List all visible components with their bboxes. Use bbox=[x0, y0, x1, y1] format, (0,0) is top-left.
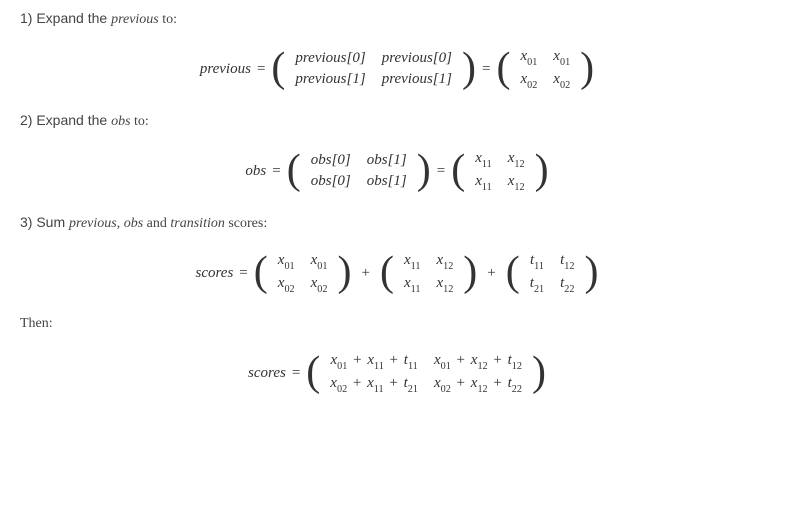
then-label: Then: bbox=[20, 316, 774, 332]
step-1-label: 1) Expand the previous to: bbox=[20, 10, 774, 28]
eq2-mat2: x11 x12 x11 x12 bbox=[451, 148, 548, 194]
equation-4: scores = x01 + x11 + t11 x01 + x12 bbox=[20, 350, 774, 396]
eq-sign: = bbox=[239, 265, 247, 282]
step-2-suffix: to: bbox=[131, 114, 149, 129]
equation-3: scores = x01 x01 x02 x02 + x11 x12 bbox=[20, 250, 774, 296]
eq2-lhs: obs bbox=[245, 163, 266, 180]
eq3-matA: x01 x01 x02 x02 bbox=[254, 250, 352, 296]
eq-sign: = bbox=[257, 61, 265, 78]
eq-sign: = bbox=[292, 365, 300, 382]
eq3-matC: t11 t12 t21 t22 bbox=[506, 250, 599, 296]
eq2-mat1: obs[0] obs[1] obs[0] obs[1] bbox=[287, 150, 431, 192]
eq1-mat2: x01 x01 x02 x02 bbox=[496, 46, 594, 92]
step-1-prefix: 1) Expand the bbox=[20, 10, 111, 26]
eq4-lhs: scores bbox=[248, 365, 286, 382]
eq1-lhs: previous bbox=[200, 61, 251, 78]
eq3-matB: x11 x12 x11 x12 bbox=[380, 250, 477, 296]
equation-1: previous = previous[0] previous[0] previ… bbox=[20, 46, 774, 92]
step-2-prefix: 2) Expand the bbox=[20, 112, 111, 128]
eq-sign: = bbox=[272, 163, 280, 180]
step-1-italic: previous bbox=[111, 12, 159, 27]
step-3-label: 3) Sum previous, obs and transition scor… bbox=[20, 214, 774, 232]
step-2-italic: obs bbox=[111, 114, 130, 129]
eq4-mat: x01 + x11 + t11 x01 + x12 + t12 bbox=[306, 350, 546, 396]
eq-sign: = bbox=[482, 61, 490, 78]
eq-sign: = bbox=[437, 163, 445, 180]
step-1-suffix: to: bbox=[159, 12, 177, 27]
plus-sign: + bbox=[361, 265, 369, 282]
equation-2: obs = obs[0] obs[1] obs[0] obs[1] = x11 … bbox=[20, 148, 774, 194]
plus-sign: + bbox=[487, 265, 495, 282]
eq3-lhs: scores bbox=[196, 265, 234, 282]
step-2-label: 2) Expand the obs to: bbox=[20, 112, 774, 130]
step-3-prefix: 3) Sum bbox=[20, 214, 69, 230]
eq1-mat1: previous[0] previous[0] previous[1] prev… bbox=[271, 48, 476, 90]
